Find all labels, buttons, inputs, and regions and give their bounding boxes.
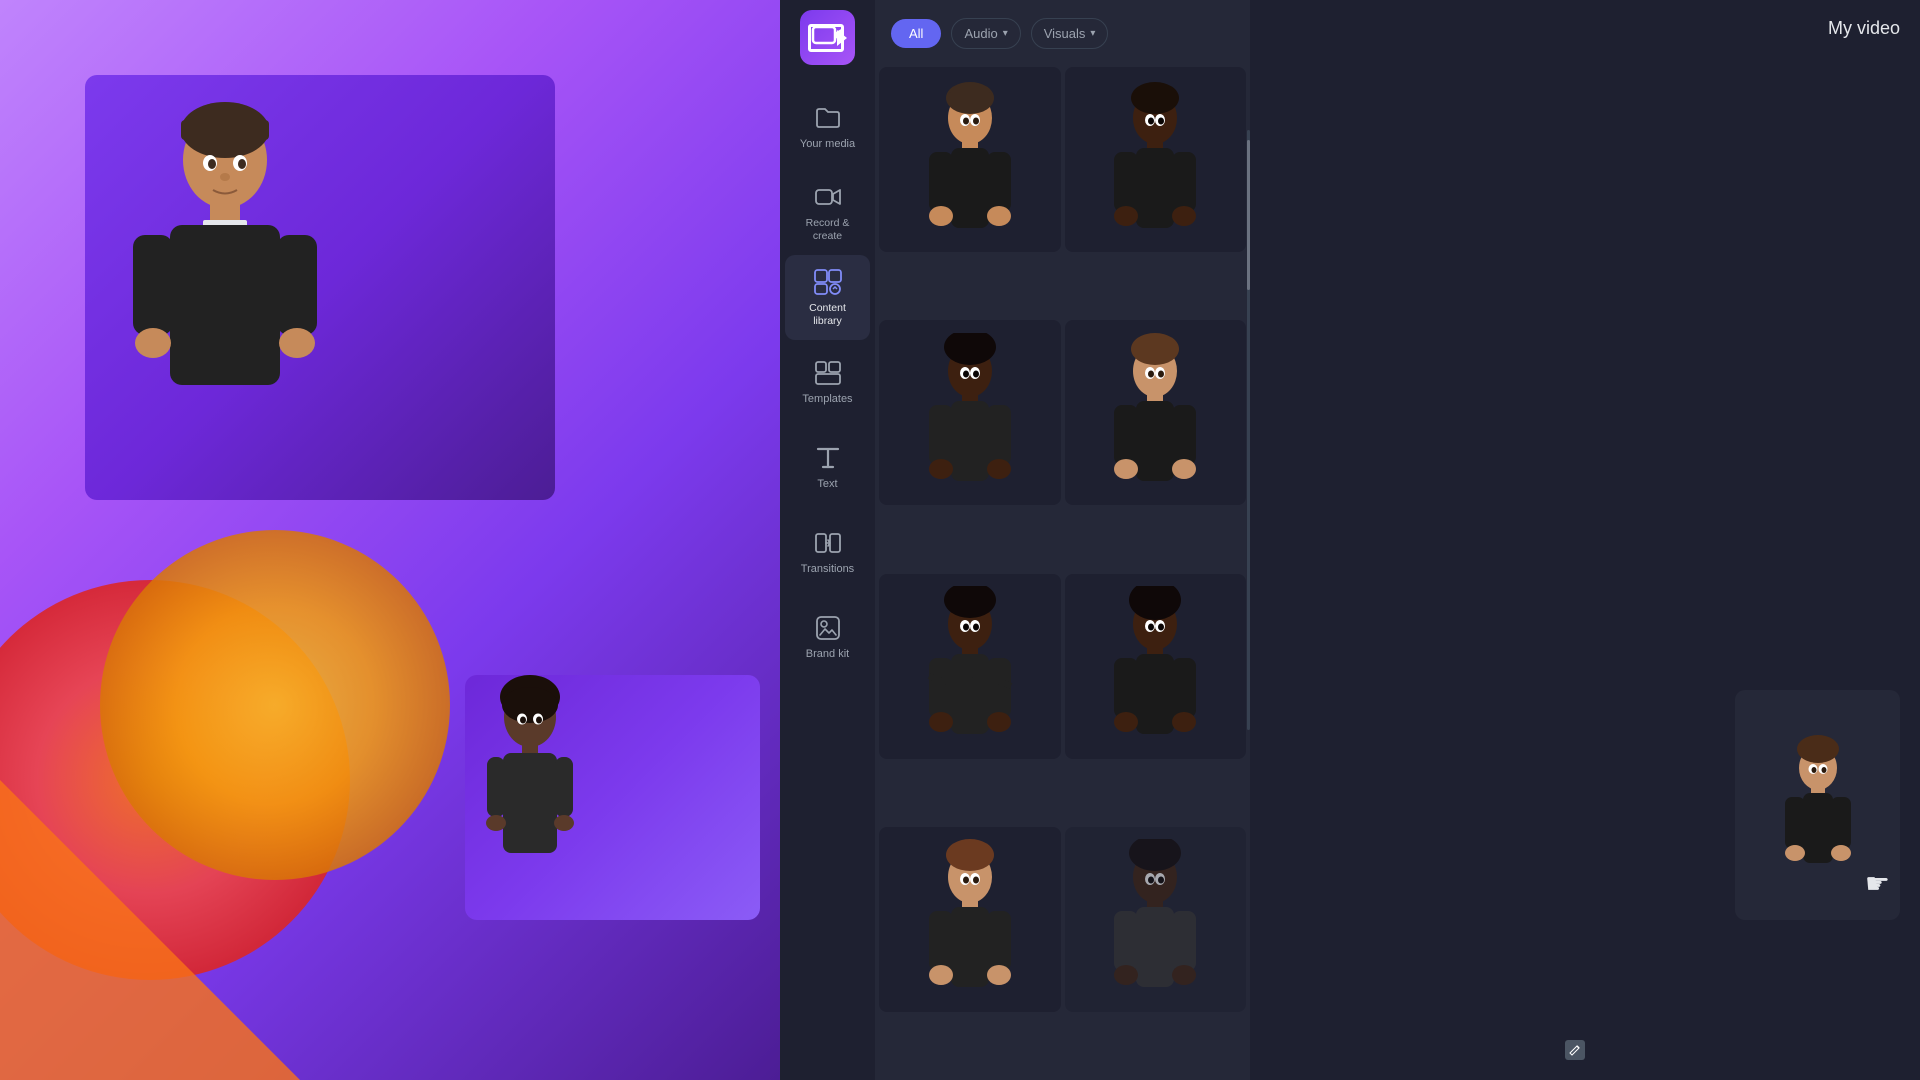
sidebar-item-text[interactable]: Text [785,425,870,510]
sidebar-item-transitions[interactable]: Transitions [785,510,870,595]
templates-icon [814,359,842,387]
avatar-grid [875,63,1250,1080]
sidebar-label-text: Text [817,478,837,491]
chevron-down-icon-2: ▾ [1090,28,1095,39]
yellow-blob [100,530,450,880]
sidebar-label-your-media: Your media [800,138,855,151]
transitions-icon [814,529,842,557]
content-library-icon [814,268,842,296]
filter-visuals-dropdown[interactable]: Visuals ▾ [1031,18,1109,49]
right-panel-avatar-svg [1773,735,1863,875]
sidebar-item-brand-kit[interactable]: Brand kit [785,595,870,680]
avatar-7-svg [915,839,1025,999]
avatar-card-6[interactable] [1065,574,1247,759]
audio-label: Audio [964,26,997,41]
visuals-label: Visuals [1044,26,1086,41]
sidebar: Your media Record &create Contentlibrary [780,0,875,1080]
avatar-2-svg [1100,80,1210,240]
logo-icon [810,20,846,56]
avatar-3-svg [915,333,1025,493]
second-avatar-svg [465,675,595,865]
main-avatar-svg [85,75,365,455]
right-panel-content: ☛ [1250,57,1920,1080]
avatar-8-svg [1100,839,1210,999]
sidebar-label-templates: Templates [802,393,852,406]
avatar-card-7[interactable] [879,827,1061,1012]
sidebar-item-templates[interactable]: Templates [785,340,870,425]
canvas-area [0,0,780,1080]
edit-handle[interactable] [1565,1040,1585,1060]
content-panel: All Audio ▾ Visuals ▾ [875,0,1250,1080]
edit-icon [1569,1044,1581,1056]
avatar-4-svg [1100,333,1210,493]
sidebar-label-content-library: Contentlibrary [809,302,846,327]
brand-kit-icon [814,614,842,642]
app-logo[interactable] [800,10,855,65]
avatar-card-3[interactable] [879,320,1061,505]
content-panel-header: All Audio ▾ Visuals ▾ [875,0,1250,63]
right-panel-header: My video [1250,0,1920,57]
sidebar-item-your-media[interactable]: Your media [785,85,870,170]
chevron-down-icon: ▾ [1003,28,1008,39]
second-video-frame [465,675,760,920]
main-video-frame [85,75,555,500]
filter-audio-dropdown[interactable]: Audio ▾ [951,18,1020,49]
sidebar-label-brand-kit: Brand kit [806,648,849,661]
avatar-1-svg [915,80,1025,240]
my-video-title: My video [1828,18,1900,39]
folder-icon [814,104,842,132]
avatar-card-8[interactable] [1065,827,1247,1012]
right-panel: My video ☛ [1250,0,1920,1080]
avatar-card-2[interactable] [1065,67,1247,252]
video-record-icon [814,183,842,211]
avatar-card-4[interactable] [1065,320,1247,505]
sidebar-item-content-library[interactable]: Contentlibrary [785,255,870,340]
filter-all-button[interactable]: All [891,19,941,48]
avatar-5-svg [915,586,1025,746]
cursor-hand-icon: ☛ [1865,867,1890,900]
avatar-card-1[interactable] [879,67,1061,252]
sidebar-label-record-create: Record &create [806,217,850,242]
avatar-card-5[interactable] [879,574,1061,759]
text-icon [814,444,842,472]
avatar-6-svg [1100,586,1210,746]
sidebar-item-record-create[interactable]: Record &create [785,170,870,255]
sidebar-label-transitions: Transitions [801,563,854,576]
